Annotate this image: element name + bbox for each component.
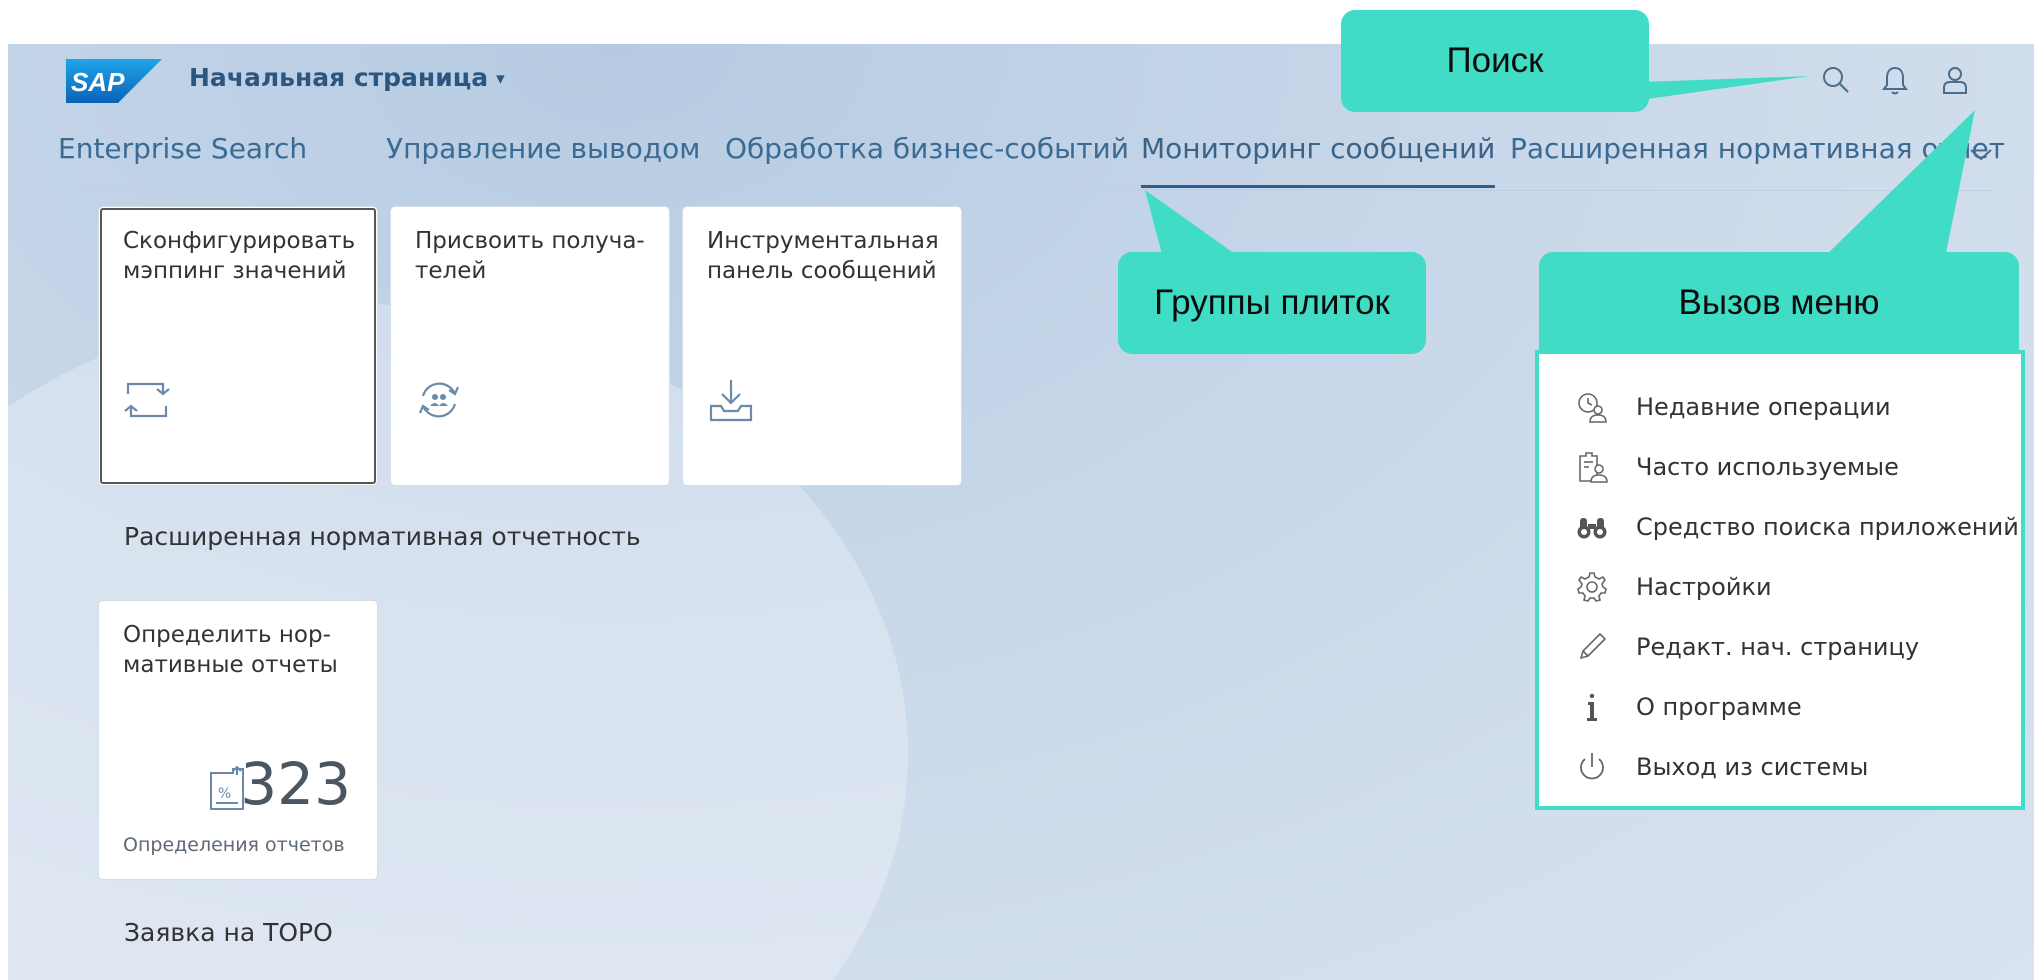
tab-enterprise-search[interactable]: Enterprise Search [58, 132, 307, 165]
menu-item-label: Недавние операции [1636, 393, 1891, 421]
page-title: Начальная страница [189, 63, 489, 92]
menu-item-label: Средство поиска приложений [1636, 513, 2019, 541]
search-icon[interactable] [1819, 63, 1853, 97]
info-icon [1587, 693, 1597, 721]
frequently-used-icon [1579, 452, 1608, 483]
tabs-overflow-chevron-icon[interactable] [1963, 136, 1999, 172]
kpi-value: 323 [240, 750, 351, 818]
search-callout: Поиск [1341, 10, 1649, 112]
notifications-bell-icon[interactable] [1878, 63, 1912, 97]
menu-item-about[interactable]: О программе [1575, 687, 2015, 727]
mapping-icon [124, 382, 170, 418]
tile-group-tabs: Enterprise Search Управление выводом Обр… [58, 132, 2034, 188]
tabs-divider [60, 190, 1992, 191]
sap-logo-text: SAP [71, 67, 125, 97]
menu-item-label: Настройки [1636, 573, 1772, 601]
menu-item-settings[interactable]: Настройки [1575, 567, 2015, 607]
tile-configure-value-mapping[interactable]: Сконфигурировать мэппинг значений [98, 206, 378, 486]
menu-item-label: Редакт. нач. страницу [1636, 633, 1920, 661]
tab-business-event-processing[interactable]: Обработка бизнес-событий [725, 132, 1129, 165]
tab-message-monitoring[interactable]: Мониторинг сообщений [1141, 132, 1496, 188]
group-title-advanced-compliance-reporting: Расширенная нормативная отчетность [124, 522, 641, 551]
menu-item-label: О программе [1636, 693, 1802, 721]
tile-title: Определить нор- мативные отчеты [123, 622, 338, 678]
tile-title: Сконфигурировать мэппинг значений [123, 228, 356, 284]
tile-footer: Определения отчетов [123, 834, 345, 856]
menu-item-sign-out[interactable]: Выход из системы [1575, 747, 2015, 787]
menu-callout: Вызов меню [1539, 252, 2019, 354]
download-tray-icon [709, 380, 753, 422]
sap-logo[interactable]: SAP [66, 59, 162, 103]
menu-item-frequently-used[interactable]: Часто используемые [1575, 447, 2015, 487]
home-page-title-menu[interactable]: Начальная страница ▾ [189, 63, 505, 92]
menu-item-recent-activities[interactable]: Недавние операции [1575, 387, 2015, 427]
tile-title: Присвоить получа- телей [415, 228, 645, 284]
caret-down-icon: ▾ [496, 69, 505, 89]
gear-icon [1577, 572, 1607, 602]
pencil-icon [1579, 632, 1607, 660]
menu-item-label: Часто используемые [1636, 453, 1899, 481]
menu-item-app-finder[interactable]: Средство поиска приложений [1575, 507, 2019, 547]
tab-output-management[interactable]: Управление выводом [386, 132, 700, 165]
tile-groups-callout: Группы плиток [1118, 252, 1426, 354]
binoculars-icon [1577, 518, 1607, 539]
tile-message-dashboard[interactable]: Инструментальная панель сообщений [682, 206, 962, 486]
svg-text:%: % [218, 786, 231, 802]
menu-item-label: Выход из системы [1636, 753, 1869, 781]
tile-assign-recipients[interactable]: Присвоить получа- телей [390, 206, 670, 486]
group-title-maintenance-request: Заявка на ТОРО [124, 918, 333, 947]
user-action-menu: Недавние операции Часто используемые Сре… [1535, 350, 2025, 810]
tab-advanced-compliance-reporting[interactable]: Расширенная нормативная отчет [1510, 132, 2005, 165]
power-icon [1580, 753, 1604, 780]
tile-define-compliance-reports[interactable]: Определить нор- мативные отчеты % 323 Оп… [98, 600, 378, 880]
tile-title: Инструментальная панель сообщений [707, 228, 939, 284]
assign-recipients-icon [418, 382, 460, 418]
menu-item-edit-home-page[interactable]: Редакт. нач. страницу [1575, 627, 2015, 667]
user-menu-icon[interactable] [1938, 63, 1972, 97]
recent-activities-icon [1578, 393, 1607, 423]
